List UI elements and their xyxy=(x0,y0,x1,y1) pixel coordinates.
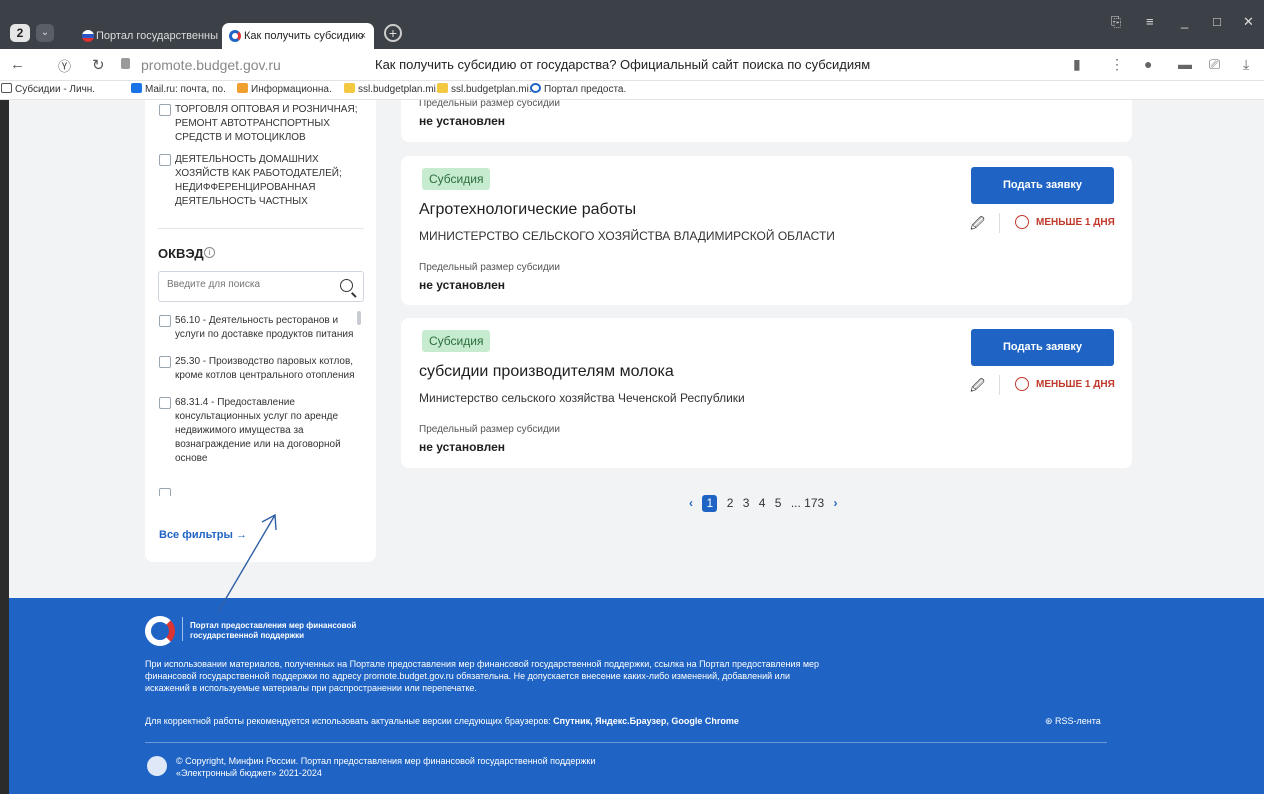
screen: 2 ⌄ Портал государственных Как получить … xyxy=(0,0,1264,794)
annotation-arrow xyxy=(217,513,277,613)
